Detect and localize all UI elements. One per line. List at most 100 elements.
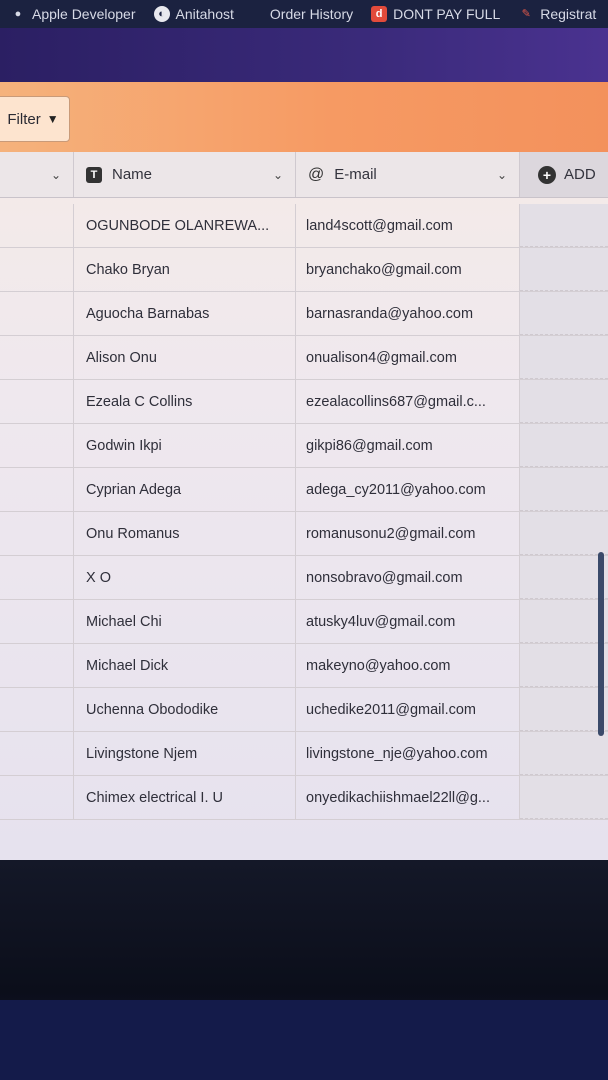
row-cell-hidden[interactable] — [0, 468, 74, 511]
filter-label: Filter — [7, 110, 41, 128]
email-cell[interactable]: onyedikachiishmael22ll@g... — [296, 776, 520, 819]
column-header-email[interactable]: @ E-mail ⌄ — [296, 152, 520, 197]
chevron-down-icon[interactable]: ⌄ — [273, 168, 283, 182]
empty-cell[interactable] — [520, 336, 608, 379]
name-cell[interactable]: Cyprian Adega — [74, 468, 296, 511]
table-row[interactable]: Alison Onu onualison4@gmail.com — [0, 336, 608, 380]
email-cell[interactable]: atusky4luv@gmail.com — [296, 600, 520, 643]
empty-cell[interactable] — [520, 776, 608, 819]
empty-cell[interactable] — [520, 380, 608, 423]
email-cell[interactable]: romanusonu2@gmail.com — [296, 512, 520, 555]
table-body: OGUNBODE OLANREWA... land4scott@gmail.com… — [0, 204, 608, 820]
bookmark-anitahost[interactable]: ◐ Anitahost — [144, 6, 242, 22]
table-row[interactable]: Livingstone Njem livingstone_nje@yahoo.co… — [0, 732, 608, 776]
table-row[interactable]: Michael Chi atusky4luv@gmail.com — [0, 600, 608, 644]
email-cell[interactable]: onualison4@gmail.com — [296, 336, 520, 379]
email-cell[interactable]: ezealacollins687@gmail.c... — [296, 380, 520, 423]
email-cell[interactable]: nonsobravo@gmail.com — [296, 556, 520, 599]
name-cell[interactable]: Godwin Ikpi — [74, 424, 296, 467]
bookmark-dont-pay-full[interactable]: d DONT PAY FULL — [361, 6, 508, 22]
monitor-stand-area — [0, 1000, 608, 1080]
name-cell[interactable]: Ezeala C Collins — [74, 380, 296, 423]
email-cell[interactable]: bryanchako@gmail.com — [296, 248, 520, 291]
empty-cell[interactable] — [520, 512, 608, 555]
column-header-hidden[interactable]: ⌄ — [0, 152, 74, 197]
filter-button[interactable]: Filter ▼ — [0, 96, 70, 142]
name-cell[interactable]: Uchenna Obododike — [74, 688, 296, 731]
bookmark-label: DONT PAY FULL — [393, 6, 501, 22]
app-nav-band — [0, 28, 608, 82]
row-cell-hidden[interactable] — [0, 380, 74, 423]
name-cell[interactable]: Chimex electrical I. U — [74, 776, 296, 819]
empty-cell[interactable] — [520, 248, 608, 291]
bookmark-registration[interactable]: ✎ Registrat — [508, 6, 604, 22]
email-cell[interactable]: land4scott@gmail.com — [296, 204, 520, 247]
email-cell[interactable]: livingstone_nje@yahoo.com — [296, 732, 520, 775]
name-cell[interactable]: Alison Onu — [74, 336, 296, 379]
name-cell[interactable]: OGUNBODE OLANREWA... — [74, 204, 296, 247]
empty-cell[interactable] — [520, 688, 608, 731]
name-cell[interactable]: X O — [74, 556, 296, 599]
bookmark-label: Registrat — [540, 6, 597, 22]
table-row[interactable]: Michael Dick makeyno@yahoo.com — [0, 644, 608, 688]
table-header: ⌄ T Name ⌄ @ E-mail ⌄ + ADD — [0, 152, 608, 198]
email-cell[interactable]: gikpi86@gmail.com — [296, 424, 520, 467]
row-cell-hidden[interactable] — [0, 292, 74, 335]
table-row[interactable]: Chako Bryan bryanchako@gmail.com — [0, 248, 608, 292]
row-cell-hidden[interactable] — [0, 336, 74, 379]
column-header-name[interactable]: T Name ⌄ — [74, 152, 296, 197]
name-cell[interactable]: Chako Bryan — [74, 248, 296, 291]
bookmark-label: Order History — [269, 6, 354, 22]
email-cell[interactable]: uchedike2011@gmail.com — [296, 688, 520, 731]
chevron-down-icon[interactable]: ⌄ — [51, 168, 61, 182]
bookmark-order-history[interactable]: Order History — [242, 6, 361, 22]
email-type-icon: @ — [308, 165, 325, 183]
email-cell[interactable]: makeyno@yahoo.com — [296, 644, 520, 687]
empty-cell[interactable] — [520, 468, 608, 511]
table-row[interactable]: Chimex electrical I. Uonyedikachiishmael… — [0, 776, 608, 820]
column-name-label: Name — [112, 166, 153, 183]
bookmark-apple-developer[interactable]: ● Apple Developer — [0, 6, 144, 22]
chevron-down-icon[interactable]: ⌄ — [497, 168, 507, 182]
bookmark-label: Anitahost — [175, 6, 234, 22]
row-cell-hidden[interactable] — [0, 248, 74, 291]
bookmark-label: Apple Developer — [32, 6, 136, 22]
row-cell-hidden[interactable] — [0, 204, 74, 247]
name-cell[interactable]: Michael Dick — [74, 644, 296, 687]
add-column-label: ADD — [564, 166, 596, 183]
row-cell-hidden[interactable] — [0, 424, 74, 467]
empty-cell[interactable] — [520, 556, 608, 599]
name-cell[interactable]: Michael Chi — [74, 600, 296, 643]
name-cell[interactable]: Aguocha Barnabas — [74, 292, 296, 335]
table-row[interactable]: Godwin Ikpi gikpi86@gmail.com — [0, 424, 608, 468]
funnel-icon: ▼ — [46, 112, 59, 126]
text-type-icon: T — [86, 166, 102, 183]
table-row[interactable]: Cyprian Adega adega_cy2011@yahoo.com — [0, 468, 608, 512]
row-cell-hidden[interactable] — [0, 776, 74, 819]
row-cell-hidden[interactable] — [0, 688, 74, 731]
email-cell[interactable]: barnasranda@yahoo.com — [296, 292, 520, 335]
empty-cell[interactable] — [520, 600, 608, 643]
row-cell-hidden[interactable] — [0, 512, 74, 555]
registration-icon: ✎ — [521, 7, 531, 20]
row-cell-hidden[interactable] — [0, 556, 74, 599]
name-cell[interactable]: Livingstone Njem — [74, 732, 296, 775]
table-row[interactable]: OGUNBODE OLANREWA... land4scott@gmail.com — [0, 204, 608, 248]
row-cell-hidden[interactable] — [0, 732, 74, 775]
empty-cell[interactable] — [520, 204, 608, 247]
table-row[interactable]: Uchenna Obododike uchedike2011@gmail.com — [0, 688, 608, 732]
row-cell-hidden[interactable] — [0, 644, 74, 687]
empty-cell[interactable] — [520, 732, 608, 775]
empty-cell[interactable] — [520, 424, 608, 467]
table-row[interactable]: Aguocha Barnabas barnasranda@yahoo.com — [0, 292, 608, 336]
name-cell[interactable]: Onu Romanus — [74, 512, 296, 555]
add-column-button[interactable]: + ADD — [520, 152, 608, 197]
vertical-scrollbar[interactable] — [598, 552, 604, 736]
email-cell[interactable]: adega_cy2011@yahoo.com — [296, 468, 520, 511]
table-row[interactable]: Ezeala C Collins ezealacollins687@gmail.c… — [0, 380, 608, 424]
table-row[interactable]: Onu Romanus romanusonu2@gmail.com — [0, 512, 608, 556]
row-cell-hidden[interactable] — [0, 600, 74, 643]
empty-cell[interactable] — [520, 644, 608, 687]
empty-cell[interactable] — [520, 292, 608, 335]
table-row[interactable]: X Ononsobravo@gmail.com — [0, 556, 608, 600]
